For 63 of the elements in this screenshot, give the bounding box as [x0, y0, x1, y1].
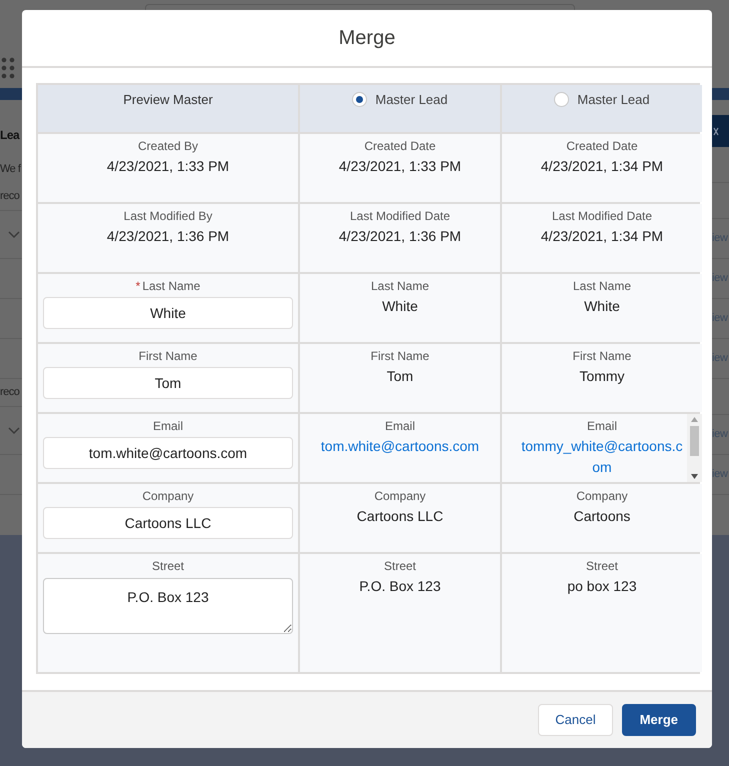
- field-label: Last Name: [142, 278, 200, 294]
- field-label: Email: [586, 418, 617, 434]
- chevron-down-icon[interactable]: [8, 426, 20, 434]
- field-label: Company: [142, 488, 194, 504]
- scroll-up-icon[interactable]: [691, 417, 698, 422]
- radio-label[interactable]: Master Lead: [577, 91, 650, 108]
- field-value: Cartoons: [574, 507, 630, 526]
- section-heading: reco: [0, 385, 20, 400]
- field-label: Last Modified Date: [552, 208, 652, 224]
- field-label: Created By: [138, 138, 198, 154]
- field-label: Created Date: [364, 138, 436, 154]
- text-field[interactable]: Cartoons LLC: [43, 507, 293, 539]
- field-label: First Name: [572, 348, 632, 364]
- field-label: Last Name: [572, 278, 632, 294]
- cancel-button[interactable]: Cancel: [538, 704, 613, 736]
- radio-button[interactable]: [352, 92, 368, 107]
- field-label: Last Modified Date: [350, 208, 450, 224]
- dialog-title: Merge: [338, 26, 396, 51]
- field-label: Created Date: [566, 138, 638, 154]
- field-label: First Name: [370, 348, 430, 364]
- scrollbar-thumb[interactable]: [690, 426, 699, 456]
- field-value: White: [382, 297, 418, 316]
- field-value: Tom: [386, 367, 414, 386]
- field-label: Company: [374, 488, 426, 504]
- required-mark: *: [136, 278, 140, 294]
- field-value: White: [584, 297, 620, 316]
- field-value: Tommy: [579, 367, 625, 386]
- field-label: Email: [152, 418, 183, 434]
- scrollbar[interactable]: [687, 414, 702, 482]
- field-label: Email: [384, 418, 415, 434]
- column-heading: Preview Master: [123, 91, 213, 108]
- field-label: Street: [586, 558, 618, 574]
- field-value: P.O. Box 123: [359, 577, 441, 596]
- scroll-down-icon[interactable]: [691, 474, 698, 479]
- chevron-down-icon[interactable]: [8, 230, 20, 238]
- radio-button[interactable]: [554, 92, 570, 107]
- field-label: Company: [576, 488, 628, 504]
- field-label: Last Name: [370, 278, 430, 294]
- field-label: First Name: [138, 348, 198, 364]
- text-field[interactable]: tom.white@cartoons.com: [43, 437, 293, 469]
- field-value: 4/23/2021, 1:36 PM: [106, 227, 230, 246]
- field-value: 4/23/2021, 1:34 PM: [540, 227, 664, 246]
- merge-button[interactable]: Merge: [622, 704, 696, 736]
- section-heading: reco: [0, 189, 20, 204]
- page-title: Lea: [0, 127, 20, 144]
- close-icon[interactable]: [713, 126, 719, 136]
- field-label: Street: [384, 558, 416, 574]
- field-value: Cartoons LLC: [356, 507, 444, 526]
- field-value: 4/23/2021, 1:33 PM: [106, 157, 230, 176]
- email-link[interactable]: tom.white@cartoons.com: [317, 436, 483, 457]
- text-field[interactable]: White: [43, 297, 293, 329]
- text-field[interactable]: Tom: [43, 367, 293, 399]
- text-area[interactable]: P.O. Box 123: [43, 578, 293, 634]
- field-value: 4/23/2021, 1:33 PM: [338, 157, 462, 176]
- radio-label[interactable]: Master Lead: [375, 91, 448, 108]
- field-value: 4/23/2021, 1:34 PM: [540, 157, 664, 176]
- field-value: po box 123: [567, 577, 637, 596]
- field-value: 4/23/2021, 1:36 PM: [338, 227, 462, 246]
- app-launcher-icon[interactable]: [1, 57, 17, 79]
- field-label: Street: [152, 558, 184, 574]
- info-text: We f: [0, 162, 20, 177]
- field-label: Last Modified By: [124, 208, 212, 224]
- email-link[interactable]: tommy_white@cartoons.com: [519, 436, 685, 478]
